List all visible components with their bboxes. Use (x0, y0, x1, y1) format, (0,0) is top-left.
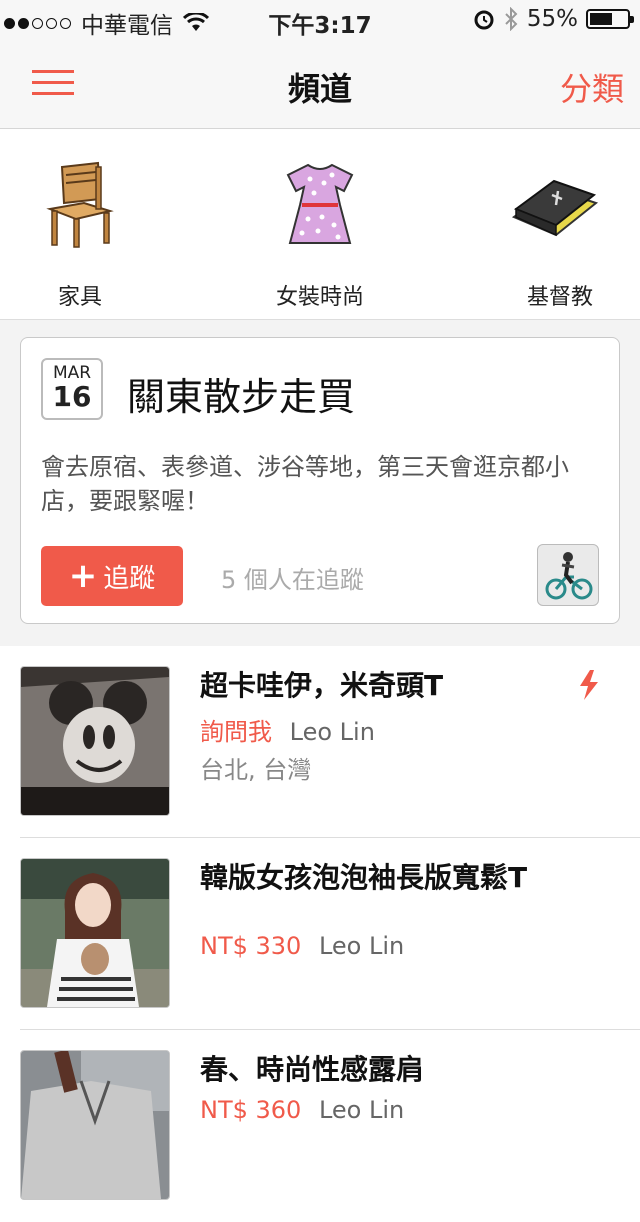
event-description: 會去原宿、表參道、涉谷等地，第三天會逛京都小店，要跟緊喔！ (41, 453, 569, 515)
product-price: NT$ 330 (200, 932, 302, 960)
product-seller: Leo Lin (318, 1096, 405, 1124)
page-title: 頻道 (287, 70, 352, 108)
category-women-fashion[interactable]: 女裝時尚 (240, 129, 400, 319)
product-seller: Leo Lin (289, 718, 375, 746)
product-meta: 詢問我 Leo Lin (200, 712, 375, 747)
navigation-bar: 頻道 分類 (0, 40, 640, 129)
follow-button[interactable]: + 追蹤 (41, 546, 183, 606)
product-thumbnail (20, 1050, 170, 1200)
bible-icon (511, 179, 599, 237)
category-label: 家具 (57, 285, 102, 310)
event-day: 16 (52, 380, 92, 413)
category-christian[interactable]: 基督教 (480, 129, 640, 319)
list-item[interactable]: 超卡哇伊，米奇頭T 詢問我 Leo Lin 台北, 台灣 (0, 646, 640, 838)
product-title: 春、時尚性感露肩 (200, 1053, 425, 1086)
status-bar: 中華電信 下午3:17 55% (0, 0, 640, 40)
list-item[interactable]: 春、時尚性感露肩 NT$ 360 Leo Lin (0, 1030, 640, 1222)
product-price: 詢問我 (200, 718, 272, 746)
product-thumbnail (20, 666, 170, 816)
product-meta: NT$ 360 Leo Lin (200, 1096, 404, 1124)
battery-percent: 55% (526, 6, 578, 32)
calendar-date-badge: MAR 16 (41, 358, 103, 420)
category-label: 女裝時尚 (275, 285, 364, 310)
followers-count: 5 個人在追蹤 (221, 566, 364, 594)
product-title: 韓版女孩泡泡袖長版寬鬆T (200, 861, 528, 894)
event-title: 關東散步走買 (127, 375, 356, 419)
product-price: NT$ 360 (200, 1096, 302, 1124)
list-item[interactable]: 韓版女孩泡泡袖長版寬鬆T NT$ 330 Leo Lin (0, 838, 640, 1030)
category-label: 基督教 (526, 285, 593, 310)
category-strip: 家具 女裝時尚 基督教 (0, 129, 640, 320)
alarm-icon (474, 10, 494, 30)
follow-label: 追蹤 (103, 563, 156, 594)
category-furniture[interactable]: 家具 (0, 129, 160, 319)
bluetooth-icon (505, 7, 518, 31)
product-thumbnail (20, 858, 170, 1008)
product-title: 超卡哇伊，米奇頭T (200, 669, 444, 702)
flash-icon (580, 670, 598, 700)
battery-icon (586, 9, 634, 29)
product-meta: NT$ 330 Leo Lin (200, 932, 404, 960)
product-seller: Leo Lin (318, 932, 405, 960)
event-card[interactable]: MAR 16 關東散步走買 會去原宿、表參道、涉谷等地，第三天會逛京都小店，要跟… (20, 337, 620, 624)
avatar[interactable] (537, 544, 599, 606)
chair-icon (46, 161, 114, 248)
dress-icon (286, 163, 354, 244)
category-button[interactable]: 分類 (560, 64, 624, 110)
plus-icon: + (68, 556, 98, 596)
status-right: 55% (473, 6, 634, 32)
product-location: 台北, 台灣 (200, 756, 312, 784)
cyclist-icon (545, 552, 593, 600)
